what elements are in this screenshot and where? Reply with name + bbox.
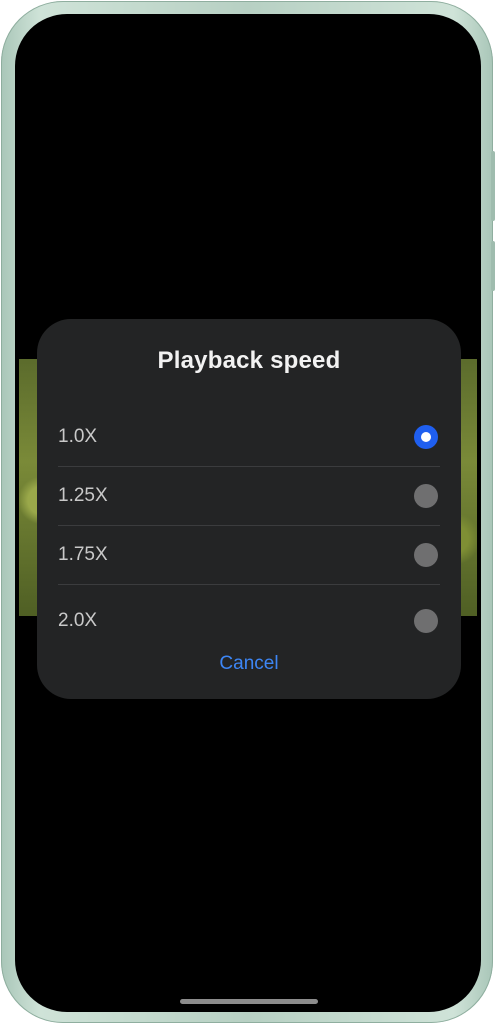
- divider: [58, 584, 440, 585]
- power-button: [491, 241, 495, 291]
- radio-unselected-icon[interactable]: [414, 483, 438, 508]
- speed-option-1-75x[interactable]: 1.75X: [58, 525, 440, 584]
- speed-option-label: 1.25X: [58, 484, 108, 506]
- screen: Playback speed 1.0X 1.25X 1.75X 2.0X Can…: [15, 14, 481, 1012]
- radio-selected-icon[interactable]: [414, 424, 438, 449]
- home-indicator[interactable]: [180, 999, 318, 1004]
- speed-option-1-25x[interactable]: 1.25X: [58, 466, 440, 525]
- speed-option-2-0x[interactable]: 2.0X: [58, 591, 440, 650]
- speed-option-label: 1.0X: [58, 425, 98, 447]
- cancel-button[interactable]: Cancel: [37, 653, 461, 675]
- speed-option-label: 1.75X: [58, 543, 108, 565]
- speed-option-label: 2.0X: [58, 609, 98, 631]
- volume-button: [491, 151, 495, 221]
- phone-frame: Playback speed 1.0X 1.25X 1.75X 2.0X Can…: [1, 1, 495, 1023]
- dialog-title: Playback speed: [157, 347, 341, 374]
- speed-option-1-0x[interactable]: 1.0X: [58, 407, 440, 466]
- playback-speed-dialog: Playback speed 1.0X 1.25X 1.75X 2.0X Can…: [37, 319, 461, 699]
- radio-unselected-icon[interactable]: [414, 542, 438, 567]
- radio-unselected-icon[interactable]: [414, 608, 438, 633]
